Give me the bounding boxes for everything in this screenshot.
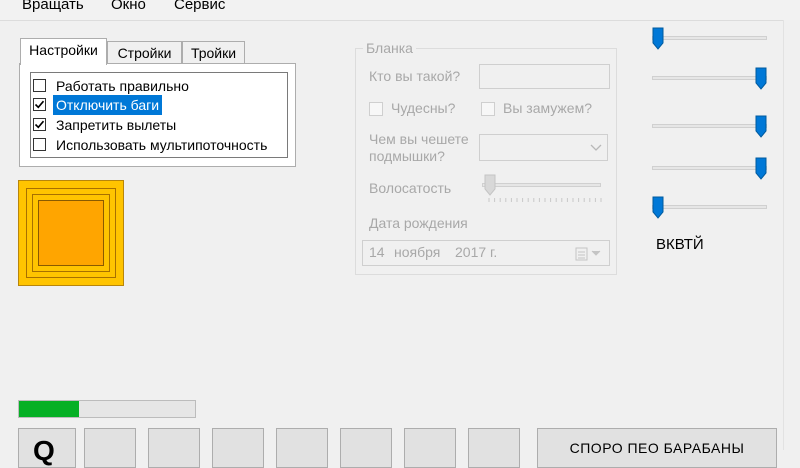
blank-button[interactable]: [84, 428, 136, 468]
who-input[interactable]: [479, 64, 610, 89]
slider-track[interactable]: [652, 205, 767, 209]
slider-track[interactable]: [652, 166, 767, 170]
married-label: Вы замужем?: [503, 100, 592, 116]
list-item[interactable]: Работать правильно: [31, 76, 287, 96]
date-month: ноября: [394, 244, 441, 260]
checkbox-checked[interactable]: [33, 118, 46, 131]
menu-rotate[interactable]: Вращать: [22, 0, 84, 13]
window-edge: [783, 20, 800, 450]
hair-slider-track[interactable]: [482, 183, 601, 187]
slider-thumb[interactable]: [755, 115, 767, 139]
first-button[interactable]: Q: [18, 428, 76, 468]
list-item-label: Использовать мультипоточность: [56, 137, 268, 153]
wonderful-label: Чудесны?: [391, 100, 456, 116]
list-item[interactable]: Отключить баги: [31, 94, 287, 116]
birth-label: Дата рождения: [369, 215, 468, 231]
date-year: 2017 г.: [455, 244, 498, 260]
scratch-label-line1: Чем вы чешете: [369, 131, 469, 147]
slider-thumb[interactable]: [652, 196, 664, 220]
hair-slider-ticks: [488, 198, 602, 202]
orange-square: [38, 200, 104, 266]
blank-button[interactable]: [212, 428, 264, 468]
wonderful-checkbox[interactable]: [369, 102, 383, 116]
menu-service[interactable]: Сервис: [174, 0, 225, 13]
chevron-down-icon: [590, 144, 602, 151]
blanka-title: Бланка: [363, 40, 416, 56]
blank-button[interactable]: [148, 428, 200, 468]
checkbox[interactable]: [33, 138, 46, 151]
list-item-label: Работать правильно: [56, 78, 189, 94]
scratch-label-line2: подмышки?: [369, 148, 445, 164]
calendar-icon: [575, 247, 588, 261]
birth-date-picker[interactable]: 14 ноября 2017 г.: [362, 240, 610, 266]
blank-button[interactable]: [404, 428, 456, 468]
slider-track[interactable]: [652, 76, 767, 80]
slider-thumb[interactable]: [652, 27, 664, 51]
progress-bar: [18, 400, 196, 418]
slider-caption: ВКВТЙ: [656, 236, 704, 253]
progress-fill: [19, 401, 79, 417]
checkbox[interactable]: [33, 79, 46, 92]
list-item-label: Запретить вылеты: [56, 117, 177, 133]
list-item[interactable]: Использовать мультипоточность: [31, 135, 287, 155]
blank-button[interactable]: [468, 428, 520, 468]
first-button-glyph: Q: [33, 435, 55, 466]
menu-window[interactable]: Окно: [111, 0, 146, 13]
date-day: 14: [369, 244, 385, 260]
menu-bar: Вращать Окно Сервис: [0, 0, 800, 21]
who-label: Кто вы такой?: [369, 68, 461, 84]
tab-settings[interactable]: Настройки: [20, 38, 107, 65]
hair-label: Волосатость: [369, 180, 452, 196]
frame-picture: [18, 180, 124, 286]
slider-track[interactable]: [652, 124, 767, 128]
scratch-combobox[interactable]: [479, 134, 608, 161]
hair-slider-thumb[interactable]: [484, 174, 496, 196]
list-item-label: Отключить баги: [51, 94, 164, 116]
tab-triples[interactable]: Тройки: [182, 41, 245, 63]
list-item[interactable]: Запретить вылеты: [31, 115, 287, 135]
checkbox-checked[interactable]: [33, 98, 46, 111]
blank-button[interactable]: [340, 428, 392, 468]
chevron-down-icon: [591, 250, 601, 256]
big-button[interactable]: СПОРО ПЕО БАРАБАНЫ: [537, 428, 777, 468]
slider-thumb[interactable]: [755, 157, 767, 181]
slider-thumb[interactable]: [755, 67, 767, 91]
blank-button[interactable]: [276, 428, 328, 468]
tab-construction[interactable]: Стройки: [107, 41, 182, 63]
checked-listbox[interactable]: Работать правильно Отключить баги Запрет…: [30, 72, 288, 158]
slider-track[interactable]: [652, 36, 767, 40]
married-checkbox[interactable]: [481, 102, 495, 116]
